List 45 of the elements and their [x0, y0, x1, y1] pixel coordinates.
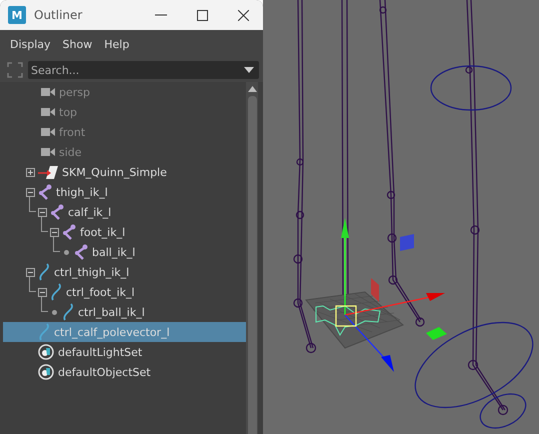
app-logo: M: [8, 6, 26, 24]
close-icon[interactable]: [238, 10, 249, 20]
outliner-item[interactable]: SKM_Quinn_Simple: [62, 166, 167, 178]
foot-control-manipulator-drawing[interactable]: [305, 218, 447, 372]
collapse-icon[interactable]: [38, 208, 46, 216]
dropdown-arrow-icon[interactable]: [244, 67, 254, 73]
search-field[interactable]: Search...: [28, 61, 259, 79]
joint-arrow-icon: [38, 164, 58, 180]
outliner-item[interactable]: ctrl_foot_ik_l: [66, 286, 135, 298]
scrollbar[interactable]: [246, 82, 258, 434]
camera-icon: [41, 107, 55, 117]
minimize-icon[interactable]: [155, 14, 167, 16]
camera-icon: [41, 147, 55, 157]
set-icon: [38, 364, 54, 380]
joint-icon: [38, 184, 52, 200]
outliner-item[interactable]: thigh_ik_l: [56, 186, 108, 198]
curve-icon: [38, 263, 50, 281]
menu-item[interactable]: Display: [10, 38, 51, 50]
collapse-icon[interactable]: [38, 288, 46, 296]
curve-icon: [50, 283, 62, 301]
expand-icon[interactable]: [26, 168, 34, 176]
camera-icon: [41, 87, 55, 97]
outliner-item[interactable]: calf_ik_l: [68, 206, 112, 218]
collapse-icon[interactable]: [50, 228, 58, 236]
outliner-item[interactable]: ctrl_thigh_ik_l: [54, 266, 130, 278]
curve-icon: [38, 323, 50, 341]
camera-icon: [41, 127, 55, 137]
collapse-icon[interactable]: [26, 188, 34, 196]
outliner-item[interactable]: defaultObjectSet: [58, 366, 151, 378]
outliner-item[interactable]: foot_ik_l: [80, 226, 126, 238]
outliner-item[interactable]: defaultLightSet: [58, 346, 142, 358]
curve-icon: [62, 303, 74, 321]
joint-icon: [62, 224, 76, 240]
outliner-item[interactable]: ball_ik_l: [92, 246, 136, 258]
collapse-icon[interactable]: [26, 268, 34, 276]
joint-icon: [74, 244, 88, 260]
window-title: Outliner: [34, 8, 82, 22]
menu-item[interactable]: Help: [104, 38, 130, 50]
outliner-item[interactable]: ctrl_ball_ik_l: [78, 306, 145, 318]
joint-icon: [50, 204, 64, 220]
scroll-up-arrow-icon[interactable]: [248, 86, 256, 92]
menu-item[interactable]: Show: [62, 38, 92, 50]
scroll-thumb[interactable]: [248, 96, 256, 434]
maximize-icon[interactable]: [197, 10, 208, 20]
set-icon: [38, 344, 54, 360]
